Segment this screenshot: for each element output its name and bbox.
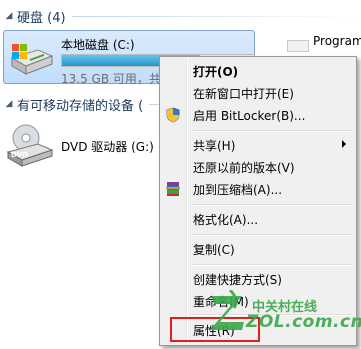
drive-icon xyxy=(287,40,309,52)
menu-separator xyxy=(190,234,352,236)
group-divider xyxy=(71,15,361,17)
menu-item-label: 创建快捷方式(S) xyxy=(193,273,282,287)
menu-item-label: 格式化(A)... xyxy=(193,213,259,227)
menu-item-restore-versions[interactable]: 还原以前的版本(V) xyxy=(162,156,354,178)
removable-storage-title: 有可移动存储的设备 ( xyxy=(17,98,144,114)
menu-item-copy[interactable]: 复制(C) xyxy=(162,238,354,260)
drive-c-space: 13.5 GB 可用，共 xyxy=(61,72,161,86)
menu-item-label: 启用 BitLocker(B)... xyxy=(193,109,306,123)
zol-logo-icon xyxy=(210,290,244,330)
menu-item-open[interactable]: 打开(O) xyxy=(162,60,354,82)
menu-item-bitlocker[interactable]: 启用 BitLocker(B)... xyxy=(162,104,354,126)
watermark-english-text: ZOL.com.cn xyxy=(246,312,361,332)
shield-icon xyxy=(166,107,180,123)
menu-item-label: 还原以前的版本(V) xyxy=(193,161,295,175)
dvd-logo-text: DVD xyxy=(11,151,28,159)
winrar-icon xyxy=(166,182,180,196)
collapse-chevron-icon[interactable]: ◢ xyxy=(4,11,14,21)
menu-item-label: 共享(H) xyxy=(193,139,236,153)
menu-item-add-to-archive[interactable]: 加到压缩档(A)... xyxy=(162,178,354,200)
menu-separator xyxy=(190,204,352,206)
menu-item-label: 加到压缩档(A)... xyxy=(193,183,283,197)
menu-item-label: 在新窗口中打开(E) xyxy=(193,87,294,101)
hard-drive-icon xyxy=(10,44,54,75)
submenu-arrow-icon xyxy=(342,140,346,148)
zol-watermark: 中关村在线 ZOL.com.cn xyxy=(206,290,361,340)
menu-separator xyxy=(190,264,352,266)
collapse-chevron-icon[interactable]: ◢ xyxy=(4,99,14,109)
menu-item-open-new-window[interactable]: 在新窗口中打开(E) xyxy=(162,82,354,104)
program-drive-label[interactable]: Program xyxy=(313,34,361,48)
menu-item-label: 打开(O) xyxy=(193,65,239,79)
menu-item-label: 复制(C) xyxy=(193,243,235,257)
dvd-drive-label: DVD 驱动器 (G:) xyxy=(61,140,154,154)
menu-item-share[interactable]: 共享(H) xyxy=(162,134,354,156)
menu-separator xyxy=(190,130,352,132)
dvd-drive-icon: DVD xyxy=(6,124,54,167)
hard-disks-title: 硬盘 (4) xyxy=(17,10,66,26)
hard-disks-group-header[interactable]: ◢ 硬盘 (4) xyxy=(4,6,361,26)
drive-c-name: 本地磁盘 (C:) xyxy=(61,38,135,52)
menu-item-create-shortcut[interactable]: 创建快捷方式(S) xyxy=(162,268,354,290)
menu-item-format[interactable]: 格式化(A)... xyxy=(162,208,354,230)
